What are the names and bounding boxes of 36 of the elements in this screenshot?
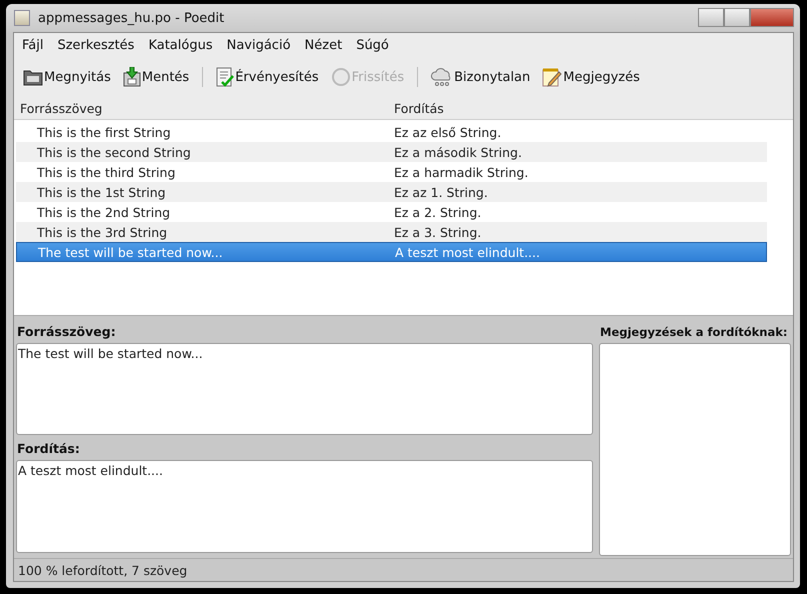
translation-label: Fordítás:	[16, 440, 81, 458]
menu-item[interactable]: Súgó	[356, 38, 389, 56]
column-header[interactable]: Forrásszöveg	[14, 97, 388, 119]
document-check-icon	[216, 67, 234, 87]
toolbar-button[interactable]: Bizonytalan	[428, 65, 534, 89]
table-row[interactable]: This is the 1st String Ez az 1. String.	[16, 182, 767, 202]
toolbar-button[interactable]: Megjegyzés	[539, 65, 643, 89]
table-row[interactable]: This is the second String Ez a második String.	[16, 142, 767, 162]
source-text-box: The test will be started now...	[16, 343, 593, 435]
globe-icon	[330, 67, 351, 87]
menu-item[interactable]: Nézet	[304, 38, 342, 56]
app-icon	[14, 10, 30, 26]
toolbar-button[interactable]: Megnyitás	[20, 66, 114, 88]
notepad-icon	[542, 67, 562, 87]
folder-icon	[23, 68, 43, 86]
close-button[interactable]	[750, 8, 794, 27]
maximize-button[interactable]	[724, 8, 750, 27]
table-row[interactable]: This is the first String Ez az első String.	[16, 122, 767, 142]
menu-item[interactable]: Fájl	[22, 38, 44, 56]
toolbar-button[interactable]: Érvényesítés	[213, 65, 322, 89]
translation-field[interactable]: A teszt most elindult....	[16, 460, 593, 553]
table-row[interactable]: This is the third String Ez a harmadik String.	[16, 162, 767, 182]
table-row[interactable]: The test will be started now... A teszt most elindult....	[16, 242, 767, 262]
source-label: Forrásszöveg:	[16, 323, 117, 341]
minimize-button[interactable]	[698, 8, 724, 27]
menu-item[interactable]: Navigáció	[226, 38, 291, 56]
window-title: appmessages_hu.po - Poedit	[38, 10, 226, 26]
table-row[interactable]: This is the 3rd String Ez a 3. String.	[16, 222, 767, 242]
status-text: 100 % lefordított, 7 szöveg	[18, 562, 188, 578]
toolbar-button[interactable]: Mentés	[120, 65, 192, 89]
column-header[interactable]: Fordítás	[388, 97, 793, 119]
table-row[interactable]: This is the 2nd String Ez a 2. String.	[16, 202, 767, 222]
comments-label: Megjegyzések a fordítóknak:	[599, 324, 788, 341]
menu-item[interactable]: Szerkesztés	[57, 38, 134, 56]
menu-item[interactable]: Katalógus	[148, 38, 213, 56]
save-icon	[122, 67, 141, 87]
